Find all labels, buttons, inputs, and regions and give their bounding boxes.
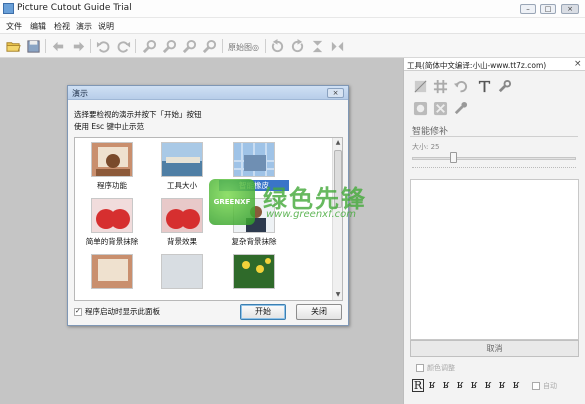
zoom-in-icon[interactable] [141,38,157,54]
brush-shape-8[interactable]: ʁ [510,379,522,392]
zoom-reset-icon[interactable] [201,38,217,54]
menu-edit[interactable]: 编辑 [30,21,46,32]
flip-horizontal-icon[interactable] [329,38,345,54]
color-adjust-checkbox[interactable] [416,364,424,372]
zoom-out-icon[interactable] [161,38,177,54]
wrench-tool-icon[interactable] [496,78,512,94]
tools-panel-title: 工具(简体中文编译:小山-www.tt7z.com) [407,61,547,70]
size-label: 大小: 25 [412,143,440,151]
demo-thumb-simple-bg[interactable] [91,198,133,233]
dialog-close-text-button[interactable]: 关闭 [296,304,342,320]
color-adjust-label: 颜色调整 [427,364,455,372]
tool-options-area [410,179,579,340]
show-on-start-option[interactable]: 程序启动时显示此面板 [74,306,160,317]
forward-arrow-icon[interactable] [70,38,86,54]
brush-shape-3[interactable]: ʁ [440,379,452,392]
demo-thumb-bg-effects[interactable] [161,198,203,233]
tools-panel-close-button[interactable]: × [574,59,582,69]
smart-patch-icon[interactable] [452,100,468,116]
minimize-button[interactable]: – [520,4,536,14]
show-on-start-checkbox[interactable] [74,307,82,316]
close-button[interactable]: × [561,4,579,14]
brush-shape-1[interactable]: R [412,379,424,392]
demo-label-complex-bg[interactable]: 复杂背景抹除 [219,236,289,247]
watermark-logo-text: GREENXF [213,198,251,206]
menu-demo[interactable]: 演示 [76,21,92,32]
demo-thumb-smart-eraser[interactable] [233,142,275,177]
show-on-start-label: 程序启动时显示此面板 [85,307,160,316]
demo-thumb-features[interactable] [91,142,133,177]
auto-checkbox[interactable] [532,382,540,390]
cancel-button[interactable]: 取消 [410,340,579,357]
menu-help[interactable]: 说明 [98,21,114,32]
scroll-down-icon[interactable]: ▼ [333,290,342,300]
tools-panel-header: 工具(简体中文编译:小山-www.tt7z.com) × [404,58,585,71]
app-icon [3,3,14,14]
demo-thumb-8[interactable] [161,254,203,289]
demo-label-bg-effects[interactable]: 背景效果 [147,236,217,247]
title-bar: Picture Cutout Guide Trial – □ × [0,0,585,18]
watermark-logo: GREENXF [209,179,255,225]
crop-tool-icon[interactable] [412,78,428,94]
dialog-title: 演示 [72,89,88,98]
menu-file[interactable]: 文件 [6,21,22,32]
auto-option[interactable]: 自动 [532,381,557,391]
brush-shape-4[interactable]: ʁ [454,379,466,392]
back-arrow-icon[interactable] [50,38,66,54]
grid-tool-icon[interactable] [432,78,448,94]
dialog-title-bar: 演示 × [68,86,348,100]
menu-view[interactable]: 检视 [54,21,70,32]
brush-shape-7[interactable]: ʁ [496,379,508,392]
demo-thumb-tool-size[interactable] [161,142,203,177]
zoom-fit-icon[interactable] [181,38,197,54]
original-image-label[interactable]: 原始图◎ [228,42,259,53]
dialog-instruction-2: 使用 Esc 键中止示范 [74,122,145,131]
maximize-button[interactable]: □ [540,4,556,14]
brush-remove-icon[interactable] [432,100,448,116]
color-adjust-option[interactable]: 颜色调整 [416,363,455,373]
rotate-right-icon[interactable] [289,38,305,54]
demo-thumb-7[interactable] [91,254,133,289]
save-icon[interactable] [25,38,41,54]
auto-label: 自动 [543,382,557,390]
brush-shape-6[interactable]: ʁ [482,379,494,392]
demo-label-features[interactable]: 程序功能 [77,180,147,191]
scroll-up-icon[interactable]: ▲ [333,138,342,148]
demo-label-simple-bg[interactable]: 简单的背景抹除 [77,236,147,247]
window-title: Picture Cutout Guide Trial [17,3,132,13]
size-slider-thumb[interactable] [450,152,457,163]
undo-tool-icon[interactable] [452,78,468,94]
brush-shape-2[interactable]: ʁ [426,379,438,392]
brush-shape-row: R ʁ ʁ ʁ ʁ ʁ ʁ ʁ [412,379,522,393]
dialog-instruction-1: 选择要检视的演示并按下「开始」按钮 [74,110,202,119]
demo-label-tool-size[interactable]: 工具大小 [147,180,217,191]
text-tool-icon[interactable] [476,78,492,94]
open-folder-icon[interactable] [5,38,21,54]
rotate-left-icon[interactable] [269,38,285,54]
dialog-close-button[interactable]: × [327,88,344,98]
brush-keep-icon[interactable] [412,100,428,116]
start-button[interactable]: 开始 [240,304,286,320]
watermark-url: www.greenxf.com [266,209,356,220]
size-slider-track[interactable] [412,157,576,160]
brush-shape-5[interactable]: ʁ [468,379,480,392]
undo-icon[interactable] [95,38,111,54]
flip-vertical-icon[interactable] [309,38,325,54]
menu-bar: 文件 编辑 检视 演示 说明 [0,18,585,34]
redo-icon[interactable] [115,38,131,54]
toolbar: 原始图◎ [0,34,585,58]
demo-thumb-9[interactable] [233,254,275,289]
tools-panel: 工具(简体中文编译:小山-www.tt7z.com) × 智能修补 大小: 25… [403,58,585,404]
